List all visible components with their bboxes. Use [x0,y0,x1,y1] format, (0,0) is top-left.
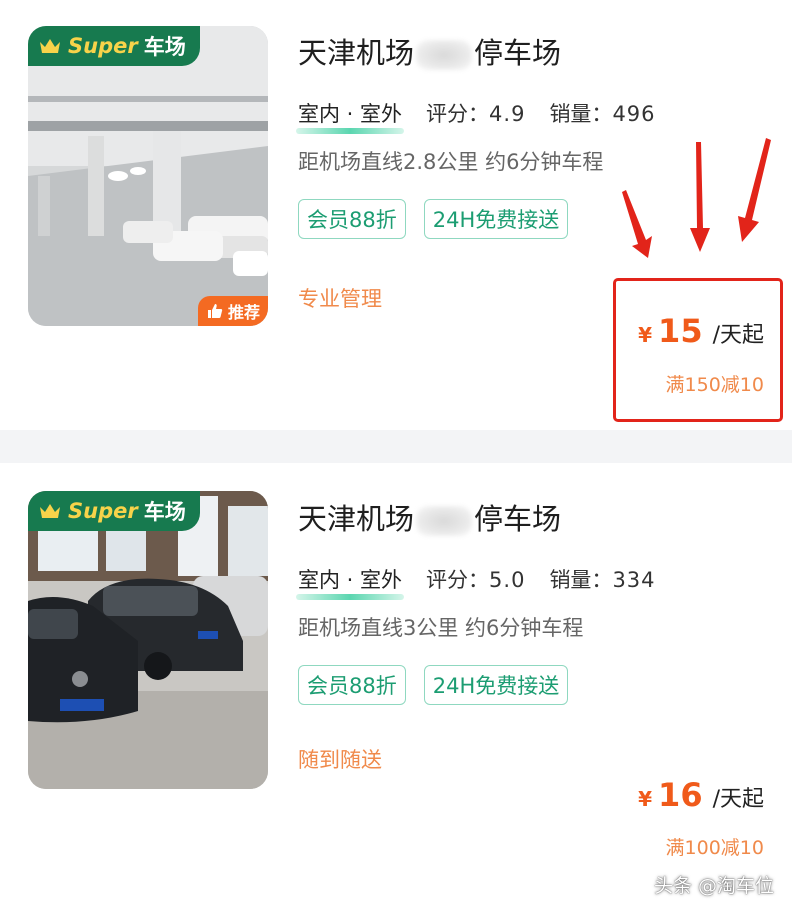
title-start: 天津机场 [298,36,415,70]
listing-meta: 室内 · 室外 评分：4.9 销量：496 [295,98,656,134]
sales: 销量：334 [549,564,655,594]
sales-value: 334 [612,568,656,592]
discount-text: 满100减10 [665,837,764,859]
price-amount: 15 [658,312,703,350]
service-tags: 会员88折 24H免费接送 [298,199,569,239]
feature-text: 随到随送 [298,748,382,772]
price-unit: /天起 [712,323,764,348]
badge-parking-label: 车场 [143,500,186,524]
parking-lot-title[interactable]: 天津机场 停车场 [298,30,561,72]
price-highlight-box [613,278,783,422]
parking-listing-card[interactable]: Super 车场 天津机场 停车场 室内 · 室外 评分：5.0 销量：334 距… [0,463,792,914]
feature-text: 专业管理 [298,287,382,311]
free-shuttle-tag: 24H免费接送 [423,199,569,239]
price: ¥ 15 /天起 [638,312,764,350]
parking-cars-image [28,491,268,789]
crown-icon [40,39,60,53]
sales-label: 销量： [549,102,613,126]
rating-value: 4.9 [489,102,526,126]
rating-label: 评分： [426,102,490,126]
price-amount: 16 [658,776,703,814]
parking-lot-title[interactable]: 天津机场 停车场 [298,496,561,538]
price-unit: /天起 [712,787,764,812]
discount-text: 满150减10 [665,374,764,396]
redacted-text [416,506,473,536]
super-parking-badge: Super 车场 [28,491,200,531]
parking-lot-photo[interactable]: Super 车场 [28,491,268,789]
badge-parking-label: 车场 [143,35,186,59]
member-discount-tag: 会员88折 [298,665,406,705]
sales-value: 496 [612,102,656,126]
indoor-outdoor-label: 室内 · 室外 [295,98,405,134]
sales-label: 销量： [549,568,613,592]
recommend-tag: 推荐 [197,296,268,326]
title-end: 停车场 [474,36,562,70]
parking-listing-card[interactable]: Super 车场 推荐 天津机场 停车场 室内 · 室外 评分：4.9 销量：49… [0,0,792,430]
member-discount-tag: 会员88折 [298,199,406,239]
title-start: 天津机场 [298,502,415,536]
recommend-label: 推荐 [227,303,260,322]
parking-lot-photo[interactable]: Super 车场 推荐 [28,26,268,326]
redacted-text [416,40,473,70]
distance-text: 距机场直线3公里 约6分钟车程 [298,616,584,640]
rating-label: 评分： [426,568,490,592]
rating-value: 5.0 [489,568,526,592]
rating: 评分：4.9 [426,98,525,128]
rating: 评分：5.0 [426,564,525,594]
parking-garage-image [28,26,268,326]
service-tags: 会员88折 24H免费接送 [298,665,569,705]
thumbs-up-icon [207,304,223,318]
title-end: 停车场 [474,502,562,536]
distance-text: 距机场直线2.8公里 约6分钟车程 [298,150,604,174]
super-parking-badge: Super 车场 [28,26,200,66]
badge-super-label: Super [68,34,138,58]
price: ¥ 16 /天起 [638,776,764,814]
free-shuttle-tag: 24H免费接送 [423,665,569,705]
sales: 销量：496 [549,98,655,128]
currency-symbol: ¥ [638,323,653,347]
indoor-outdoor-label: 室内 · 室外 [295,564,405,600]
listing-meta: 室内 · 室外 评分：5.0 销量：334 [295,564,656,600]
red-arrow-icon [622,138,771,258]
watermark: 头条 @淘车位 [653,875,774,897]
currency-symbol: ¥ [638,787,653,811]
badge-super-label: Super [68,499,138,523]
crown-icon [40,504,60,518]
